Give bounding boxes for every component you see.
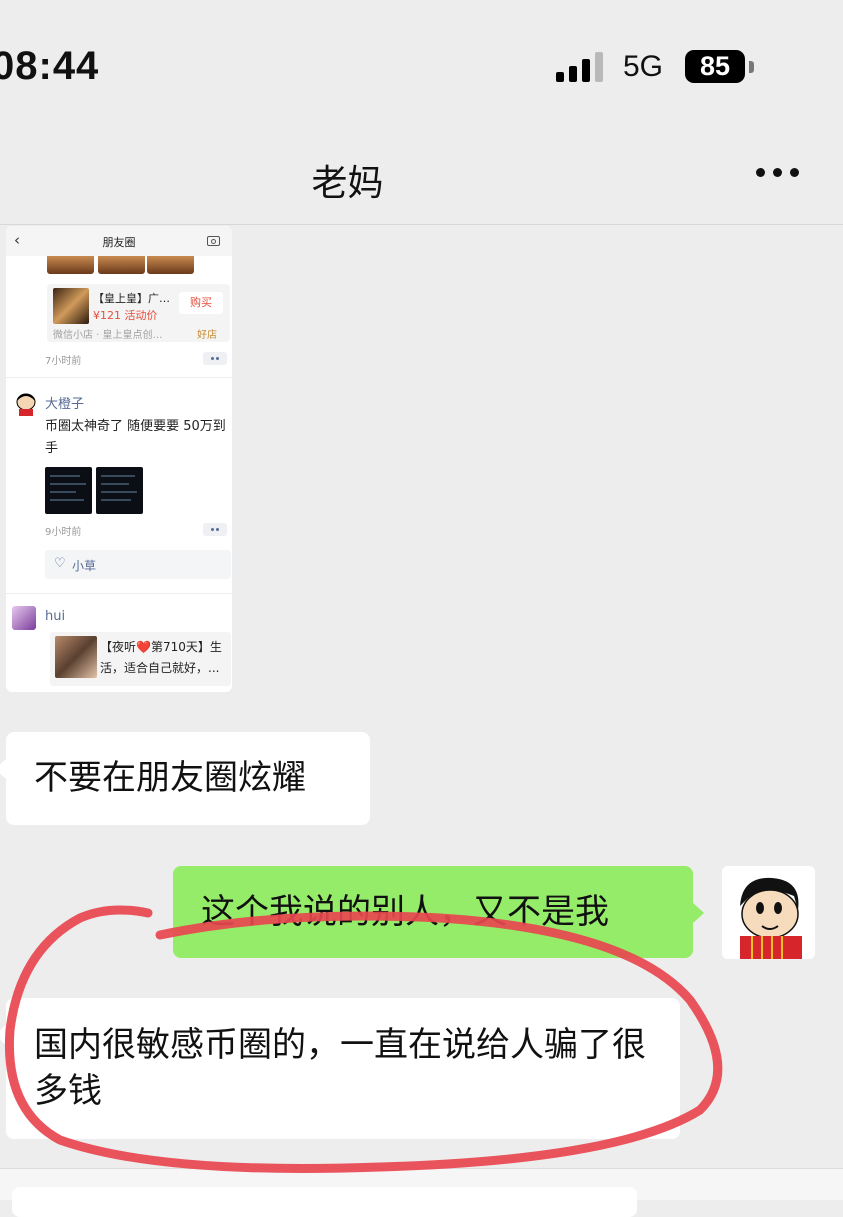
food-photo xyxy=(147,256,194,274)
divider xyxy=(6,377,232,378)
avatar xyxy=(14,392,38,416)
post-image xyxy=(45,467,92,514)
message-text: 这个我说的别人，又不是我 xyxy=(201,892,609,932)
message-text: 国内很敏感币圈的，一直在说给人骗了很多钱 xyxy=(34,1025,646,1111)
screenshot-title: 朋友圈 xyxy=(102,236,136,249)
product-price: ¥121 活动价 xyxy=(93,309,158,322)
more-dots-icon[interactable] xyxy=(756,168,800,180)
camera-icon xyxy=(207,236,220,246)
divider xyxy=(6,593,232,594)
post-text: 币圈太神奇了 随便要要 50万到手 xyxy=(45,419,226,456)
chat-header: 老妈 xyxy=(0,120,843,225)
status-bar: 08:44 5G 85 xyxy=(0,0,843,120)
post-actions-icon xyxy=(203,352,227,365)
article-title: 【夜听❤️第710天】生活，适合自己就好，... xyxy=(100,640,222,675)
received-message-bubble[interactable]: 不要在朋友圈炫耀 xyxy=(0,732,370,825)
post-author: hui xyxy=(45,609,66,624)
buy-button: 购买 xyxy=(179,292,223,314)
product-thumbnail xyxy=(53,288,89,324)
article-thumbnail xyxy=(55,636,97,678)
shop-tag: 好店 xyxy=(197,330,217,341)
food-photo xyxy=(47,256,94,274)
post-time: 7小时前 xyxy=(45,356,82,367)
food-photo xyxy=(98,256,145,274)
received-message-bubble[interactable]: 国内很敏感币圈的，一直在说给人骗了很多钱 xyxy=(0,998,680,1139)
product-name: 【皇上皇】广… xyxy=(93,292,170,305)
screenshot-topbar: ‹ 朋友圈 xyxy=(6,226,232,256)
sent-message-bubble[interactable]: 这个我说的别人，又不是我 xyxy=(173,866,704,958)
battery-icon: 85 xyxy=(685,50,745,83)
product-shop: 微信小店 · 皇上皇点创… xyxy=(53,330,163,341)
chat-title: 老妈 xyxy=(311,163,384,204)
network-type: 5G xyxy=(623,50,664,83)
shared-screenshot-message[interactable]: ‹ 朋友圈 【皇上皇】广… ¥121 活动价 购买 微信小店 · 皇上皇点创… … xyxy=(6,226,232,692)
status-time: 08:44 xyxy=(0,44,100,88)
message-text: 不要在朋友圈炫耀 xyxy=(34,758,306,798)
post-image xyxy=(96,467,143,514)
product-card: 【皇上皇】广… ¥121 活动价 购买 微信小店 · 皇上皇点创… 好店 xyxy=(47,284,230,342)
my-avatar[interactable] xyxy=(722,866,815,959)
message-input[interactable] xyxy=(12,1187,637,1217)
cellular-signal-icon xyxy=(556,52,606,82)
battery-tip xyxy=(749,61,754,73)
shared-article-card: 【夜听❤️第710天】生活，适合自己就好，... xyxy=(50,632,231,686)
avatar xyxy=(12,606,36,630)
like-name: 小草 xyxy=(72,559,97,573)
post-time: 9小时前 xyxy=(45,527,82,538)
input-bar xyxy=(0,1168,843,1217)
post-author: 大橙子 xyxy=(45,397,85,412)
post-actions-icon xyxy=(203,523,227,536)
likes-bar: ♡ 小草 xyxy=(45,550,231,579)
heart-icon: ♡ xyxy=(54,556,66,571)
